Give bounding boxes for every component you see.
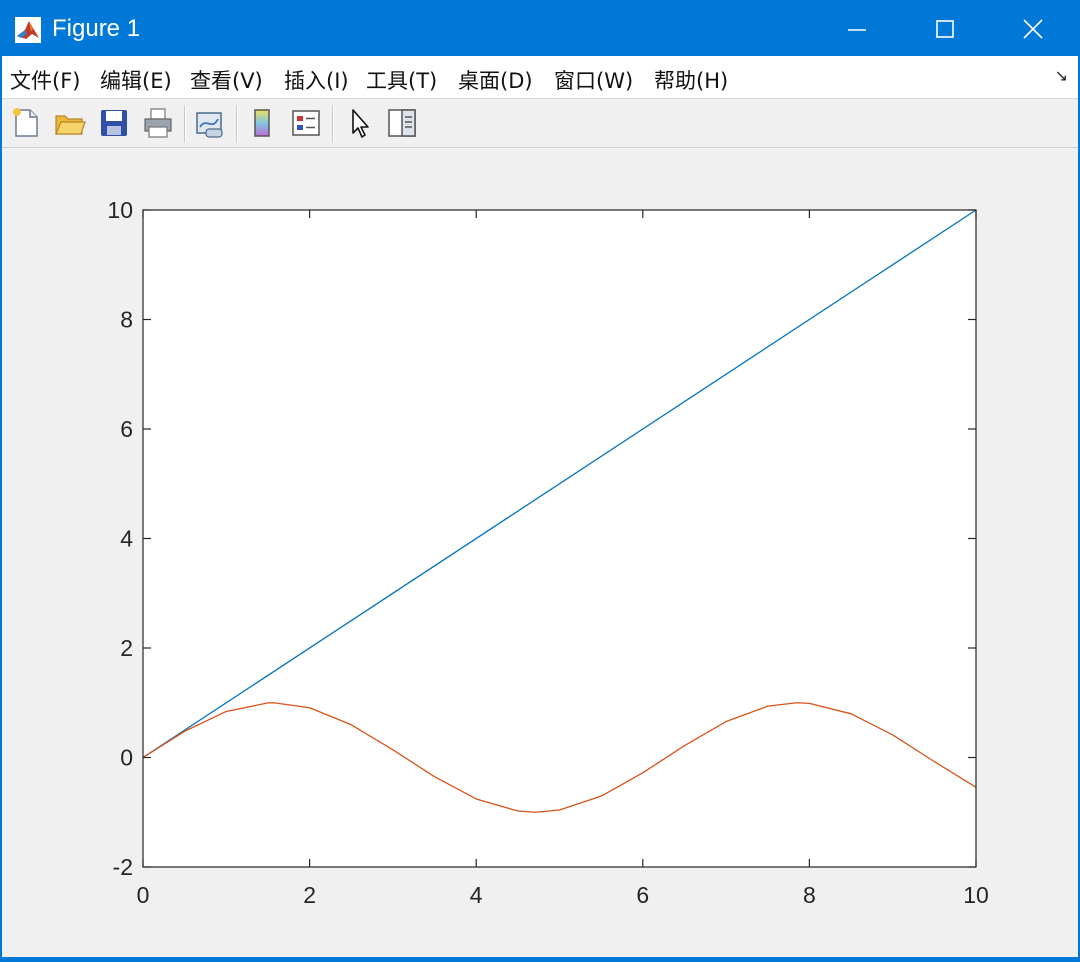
y-tick-label: 4 bbox=[120, 526, 133, 552]
y-tick-label: 0 bbox=[120, 745, 133, 771]
maximize-button[interactable] bbox=[900, 2, 990, 56]
print-icon[interactable] bbox=[140, 105, 176, 141]
axes-background bbox=[143, 210, 976, 867]
x-tick-label: 6 bbox=[636, 882, 649, 908]
figure-toolbar bbox=[2, 99, 1078, 148]
menu-bar: 文件(F) 编辑(E) 查看(V) 插入(I) 工具(T) 桌面(D) 窗口(W… bbox=[2, 56, 1078, 99]
title-bar[interactable]: Figure 1 bbox=[2, 2, 1078, 56]
matlab-logo-icon bbox=[15, 17, 41, 43]
menu-edit[interactable]: 编辑(E) bbox=[100, 65, 172, 95]
menu-view[interactable]: 查看(V) bbox=[190, 65, 263, 95]
x-tick-label: 10 bbox=[963, 882, 989, 908]
x-tick-label: 2 bbox=[303, 882, 316, 908]
insert-legend-icon[interactable] bbox=[288, 105, 324, 141]
figure-window: Figure 1 文件(F) 编辑(E) 查看(V) 插入(I) 工具(T) 桌… bbox=[0, 0, 1080, 957]
x-tick-label: 8 bbox=[803, 882, 816, 908]
window-title: Figure 1 bbox=[52, 15, 141, 42]
toolbar-separator bbox=[332, 105, 334, 143]
menu-file[interactable]: 文件(F) bbox=[10, 65, 80, 95]
new-figure-icon[interactable] bbox=[8, 105, 44, 141]
toolbar-separator bbox=[236, 105, 238, 143]
maximize-icon bbox=[936, 20, 954, 38]
menu-window[interactable]: 窗口(W) bbox=[554, 65, 633, 95]
y-tick-label: 2 bbox=[120, 635, 133, 661]
toolbar-separator bbox=[184, 105, 186, 143]
menu-help[interactable]: 帮助(H) bbox=[654, 65, 728, 95]
minimize-icon bbox=[848, 29, 866, 31]
y-tick-label: 10 bbox=[107, 197, 133, 223]
close-icon bbox=[1023, 19, 1043, 39]
close-button[interactable] bbox=[988, 2, 1078, 56]
save-icon[interactable] bbox=[96, 105, 132, 141]
insert-colorbar-icon[interactable] bbox=[244, 105, 280, 141]
minimize-button[interactable] bbox=[812, 2, 902, 56]
x-tick-label: 4 bbox=[470, 882, 483, 908]
open-file-icon[interactable] bbox=[52, 105, 88, 141]
x-tick-label: 0 bbox=[137, 882, 150, 908]
menu-insert[interactable]: 插入(I) bbox=[284, 65, 349, 95]
edit-plot-arrow-icon[interactable] bbox=[342, 105, 378, 141]
dock-arrow-icon[interactable]: ↘ bbox=[1055, 66, 1068, 86]
link-plot-icon[interactable] bbox=[192, 105, 228, 141]
y-tick-label: 8 bbox=[120, 307, 133, 333]
figure-canvas[interactable]: 0 2 4 6 8 10 -2 0 2 4 6 8 10 bbox=[2, 148, 1078, 957]
menu-tools[interactable]: 工具(T) bbox=[366, 65, 437, 95]
y-tick-label: -2 bbox=[113, 854, 133, 880]
menu-desktop[interactable]: 桌面(D) bbox=[458, 65, 533, 95]
plot-axes[interactable]: 0 2 4 6 8 10-20246810 bbox=[2, 148, 1078, 957]
y-tick-label: 6 bbox=[120, 416, 133, 442]
property-inspector-icon[interactable] bbox=[384, 105, 420, 141]
